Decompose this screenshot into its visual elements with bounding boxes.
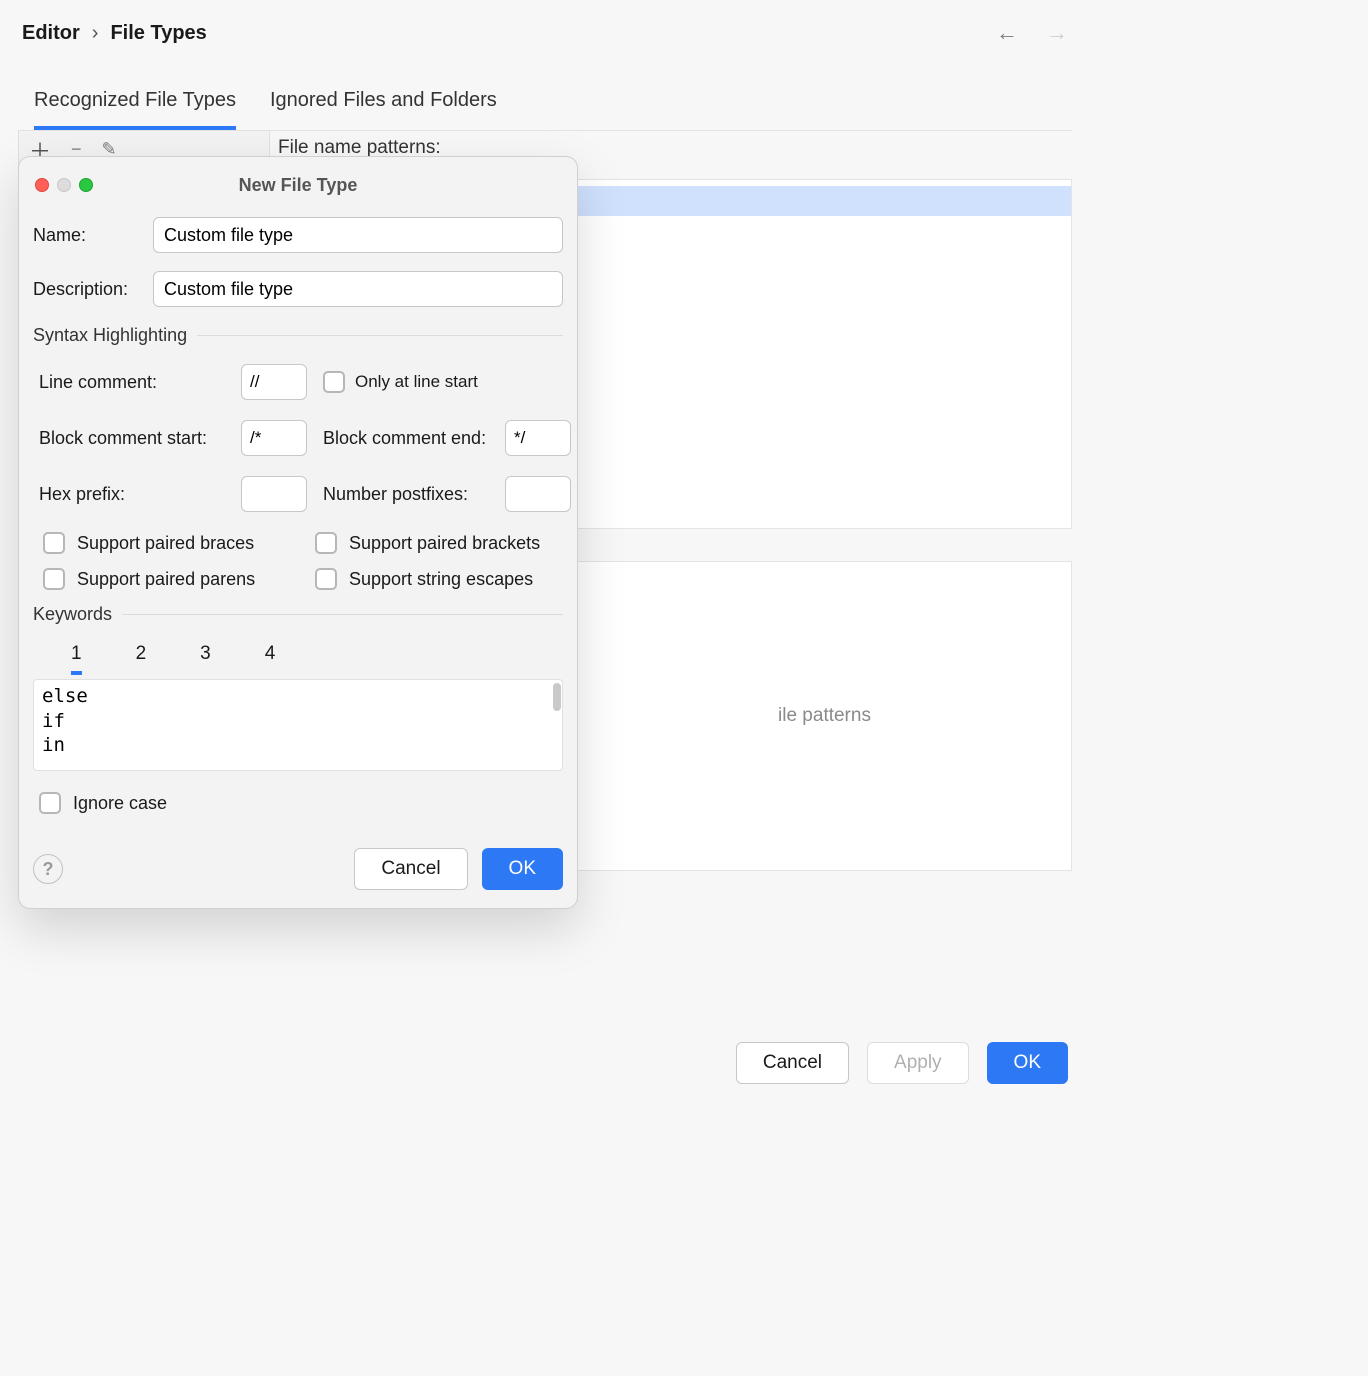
only-at-line-start-label: Only at line start bbox=[355, 372, 478, 392]
new-file-type-dialog: New File Type Name: Description: Syntax … bbox=[18, 156, 578, 909]
line-comment-label: Line comment: bbox=[39, 372, 229, 393]
keyword-tab-1[interactable]: 1 bbox=[71, 643, 82, 675]
breadcrumb: Editor › File Types bbox=[0, 0, 1090, 55]
number-postfixes-input[interactable] bbox=[505, 476, 571, 512]
tab-recognized-file-types[interactable]: Recognized File Types bbox=[34, 89, 236, 130]
close-icon[interactable] bbox=[35, 178, 49, 192]
description-input[interactable] bbox=[153, 271, 563, 307]
description-label: Description: bbox=[33, 279, 153, 300]
line-comment-input[interactable] bbox=[241, 364, 307, 400]
ignore-case-label: Ignore case bbox=[73, 793, 167, 814]
block-comment-end-label: Block comment end: bbox=[323, 428, 493, 449]
block-comment-start-label: Block comment start: bbox=[39, 428, 229, 449]
breadcrumb-parent[interactable]: Editor bbox=[22, 22, 80, 45]
scrollbar-thumb[interactable] bbox=[553, 683, 561, 711]
syntax-highlighting-title: Syntax Highlighting bbox=[33, 325, 563, 346]
keyword-tabs: 1 2 3 4 bbox=[71, 643, 563, 675]
keyword-tab-3[interactable]: 3 bbox=[200, 643, 211, 675]
dialog-cancel-button[interactable]: Cancel bbox=[354, 848, 467, 890]
no-patterns-text: ile patterns bbox=[778, 705, 871, 727]
window-controls bbox=[35, 178, 93, 192]
settings-button-bar: Cancel Apply OK bbox=[736, 1042, 1068, 1084]
only-at-line-start-checkbox[interactable] bbox=[323, 371, 345, 393]
block-comment-start-input[interactable] bbox=[241, 420, 307, 456]
hex-prefix-label: Hex prefix: bbox=[39, 484, 229, 505]
main-tabs: Recognized File Types Ignored Files and … bbox=[0, 55, 1090, 130]
back-icon[interactable]: ← bbox=[996, 20, 1018, 46]
paired-brackets-checkbox[interactable] bbox=[315, 532, 337, 554]
keywords-textarea[interactable] bbox=[33, 679, 563, 771]
keywords-title: Keywords bbox=[33, 604, 563, 625]
string-escapes-label: Support string escapes bbox=[349, 569, 533, 590]
patterns-empty-box: ile patterns bbox=[578, 561, 1072, 871]
number-postfixes-label: Number postfixes: bbox=[323, 484, 493, 505]
nav-arrows: ← → bbox=[996, 20, 1068, 46]
ok-button[interactable]: OK bbox=[987, 1042, 1068, 1084]
string-escapes-checkbox[interactable] bbox=[315, 568, 337, 590]
patterns-selected-row[interactable] bbox=[578, 186, 1071, 216]
block-comment-end-input[interactable] bbox=[505, 420, 571, 456]
breadcrumb-separator: › bbox=[92, 22, 99, 45]
paired-parens-label: Support paired parens bbox=[77, 569, 255, 590]
keyword-tab-2[interactable]: 2 bbox=[136, 643, 147, 675]
patterns-list[interactable] bbox=[578, 179, 1072, 529]
zoom-icon[interactable] bbox=[79, 178, 93, 192]
dialog-title: New File Type bbox=[33, 175, 563, 196]
hex-prefix-input[interactable] bbox=[241, 476, 307, 512]
paired-parens-checkbox[interactable] bbox=[43, 568, 65, 590]
minimize-icon bbox=[57, 178, 71, 192]
breadcrumb-current: File Types bbox=[110, 22, 206, 45]
forward-icon: → bbox=[1046, 20, 1068, 46]
syntax-title-text: Syntax Highlighting bbox=[33, 325, 187, 346]
dialog-ok-button[interactable]: OK bbox=[482, 848, 563, 890]
cancel-button[interactable]: Cancel bbox=[736, 1042, 849, 1084]
apply-button: Apply bbox=[867, 1042, 969, 1084]
name-input[interactable] bbox=[153, 217, 563, 253]
help-icon[interactable]: ? bbox=[33, 854, 63, 884]
tab-ignored-files[interactable]: Ignored Files and Folders bbox=[270, 89, 497, 130]
name-label: Name: bbox=[33, 225, 153, 246]
paired-braces-checkbox[interactable] bbox=[43, 532, 65, 554]
keyword-tab-4[interactable]: 4 bbox=[265, 643, 276, 675]
keywords-title-text: Keywords bbox=[33, 604, 112, 625]
paired-braces-label: Support paired braces bbox=[77, 533, 254, 554]
dialog-titlebar: New File Type bbox=[33, 171, 563, 199]
paired-brackets-label: Support paired brackets bbox=[349, 533, 540, 554]
ignore-case-checkbox[interactable] bbox=[39, 792, 61, 814]
